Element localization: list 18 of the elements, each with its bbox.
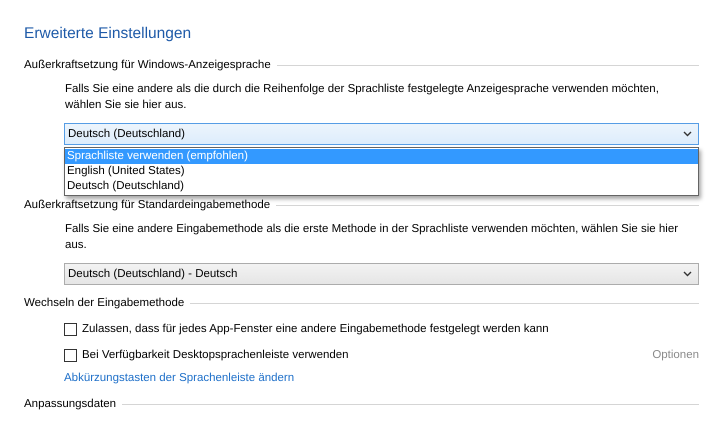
checkbox[interactable] [64,322,77,336]
dropdown-option[interactable]: Deutsch (Deutschland) [65,179,698,194]
checkbox-label: Bei Verfügbarkeit Desktopsprachenleiste verwenden [82,349,350,361]
checkbox-label: Zulassen, dass für jedes App-Fenster eine andere Eingabemethode festgelegt werden kann [82,323,550,335]
section-heading: Außerkraftsetzung für Standardeingabemethode [24,199,270,211]
dropdown-option[interactable]: English (United States) [65,164,698,179]
chevron-down-icon [683,271,692,277]
checkbox[interactable] [64,348,77,362]
page-title: Erweiterte Einstellungen [24,24,192,44]
description-text: Falls Sie eine andere als die durch die Reihenfolge der Sprachliste festgelegte Anzeigesprache verwenden möchten, wählen Sie sie hier aus. [64,82,660,113]
chevron-down-icon [683,131,692,137]
section-heading: Wechseln der Eingabemethode [24,297,184,309]
dropdown[interactable]: Deutsch (Deutschland) - Deutsch [64,263,699,285]
shortcut-keys-link[interactable]: Abkürzungstasten der Sprachenleiste ändern [64,372,699,384]
dropdown[interactable]: Deutsch (Deutschland) [64,123,699,145]
description-text: Falls Sie eine andere Eingabemethode als die erste Methode in der Sprachliste verwenden möchten, wählen Sie sie hier aus. [64,222,680,253]
section-heading: Anpassungsdaten [24,398,116,410]
section-heading: Außerkraftsetzung für Windows-Anzeigesprache [24,59,271,71]
